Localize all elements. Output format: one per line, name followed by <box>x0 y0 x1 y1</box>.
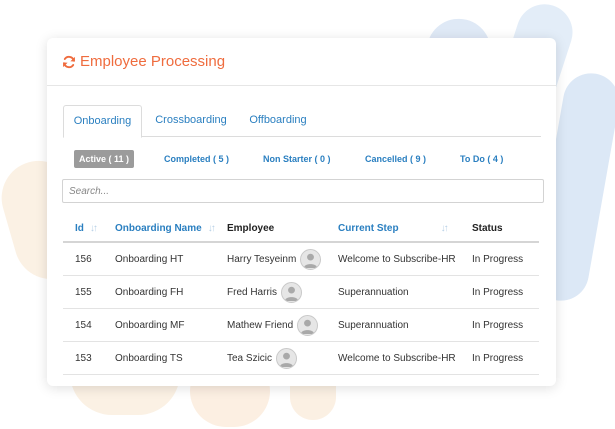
filter-to-do[interactable]: To Do ( 4 ) <box>460 150 503 168</box>
page-title: Employee Processing <box>80 53 226 70</box>
column-header-current-step[interactable]: Current Step ↓↑ <box>326 215 460 243</box>
column-header-label: Status <box>472 222 503 234</box>
column-header-status: Status <box>460 215 539 243</box>
column-header-label: Employee <box>227 222 275 234</box>
cell-id: 153 <box>63 341 103 375</box>
table-row[interactable]: 154 Onboarding MF Mathew Friend Superann… <box>63 308 539 342</box>
employee-processing-card: Employee Processing Onboarding Crossboar… <box>47 38 556 386</box>
column-header-label: Current Step <box>338 222 399 234</box>
cell-current-step: Superannuation <box>326 275 460 309</box>
sort-icon[interactable]: ↓↑ <box>441 223 449 234</box>
cell-employee: Fred Harris <box>215 275 326 309</box>
filter-active[interactable]: Active ( 11 ) <box>74 150 135 168</box>
column-header-employee: Employee <box>215 215 326 243</box>
employee-name: Harry Tesyeinm <box>227 253 297 265</box>
search-input[interactable] <box>62 179 544 203</box>
column-header-label: Onboarding Name <box>115 222 202 234</box>
column-header-onboarding-name[interactable]: Onboarding Name ↓↑ <box>103 215 216 243</box>
cell-onboarding-name: Onboarding MF <box>103 308 215 342</box>
table-header-row: Id ↓↑ Onboarding Name ↓↑ Employee Current … <box>63 215 539 243</box>
cell-id: 154 <box>63 308 103 342</box>
avatar <box>297 314 319 336</box>
cell-employee: Mathew Friend <box>215 308 326 342</box>
cell-current-step: Welcome to Subscribe-HR <box>326 242 460 276</box>
onboarding-table: Id ↓↑ Onboarding Name ↓↑ Employee Current … <box>63 215 539 375</box>
avatar <box>300 248 322 270</box>
tab-bar: Onboarding Crossboarding Offboarding <box>63 105 541 138</box>
status-filters: Active ( 11 ) Completed ( 5 ) Non Starte… <box>63 150 541 170</box>
tab-crossboarding[interactable]: Crossboarding <box>151 105 231 136</box>
cell-status: In Progress <box>460 341 539 375</box>
tab-offboarding[interactable]: Offboarding <box>243 105 313 136</box>
cell-onboarding-name: Onboarding FH <box>103 275 215 309</box>
user-icon <box>284 286 299 301</box>
table-row[interactable]: 156 Onboarding HT Harry Tesyeinm Welcome… <box>63 242 539 276</box>
employee-name: Fred Harris <box>227 286 278 298</box>
user-icon <box>300 319 315 334</box>
cell-status: In Progress <box>460 242 539 276</box>
filter-non-starter[interactable]: Non Starter ( 0 ) <box>263 150 331 168</box>
cell-onboarding-name: Onboarding TS <box>103 341 215 375</box>
sort-icon[interactable]: ↓↑ <box>90 223 98 234</box>
cell-employee: Tea Szicic <box>215 341 326 375</box>
sort-icon[interactable]: ↓↑ <box>208 223 216 234</box>
cell-employee: Harry Tesyeinm <box>215 242 326 276</box>
tab-onboarding[interactable]: Onboarding <box>63 105 142 138</box>
cell-onboarding-name: Onboarding HT <box>103 242 215 276</box>
cell-status: In Progress <box>460 275 539 309</box>
cell-id: 155 <box>63 275 103 309</box>
column-header-label: Id <box>75 222 84 234</box>
employee-name: Mathew Friend <box>227 319 294 331</box>
card-header: Employee Processing <box>47 38 556 86</box>
filter-completed[interactable]: Completed ( 5 ) <box>164 150 229 168</box>
cell-current-step: Superannuation <box>326 308 460 342</box>
user-icon <box>304 253 318 268</box>
avatar <box>276 347 298 369</box>
column-header-id[interactable]: Id ↓↑ <box>63 215 103 243</box>
user-icon <box>279 352 294 367</box>
filter-cancelled[interactable]: Cancelled ( 9 ) <box>365 150 426 168</box>
cell-status: In Progress <box>460 308 539 342</box>
avatar <box>281 281 303 303</box>
table-row[interactable]: 155 Onboarding FH Fred Harris Superannua… <box>63 275 539 309</box>
cell-current-step: Welcome to Subscribe-HR <box>326 341 460 375</box>
refresh-icon[interactable] <box>62 55 76 69</box>
table-row[interactable]: 153 Onboarding TS Tea Szicic Welcome to … <box>63 341 539 375</box>
employee-name: Tea Szicic <box>227 352 273 364</box>
cell-id: 156 <box>63 242 103 276</box>
